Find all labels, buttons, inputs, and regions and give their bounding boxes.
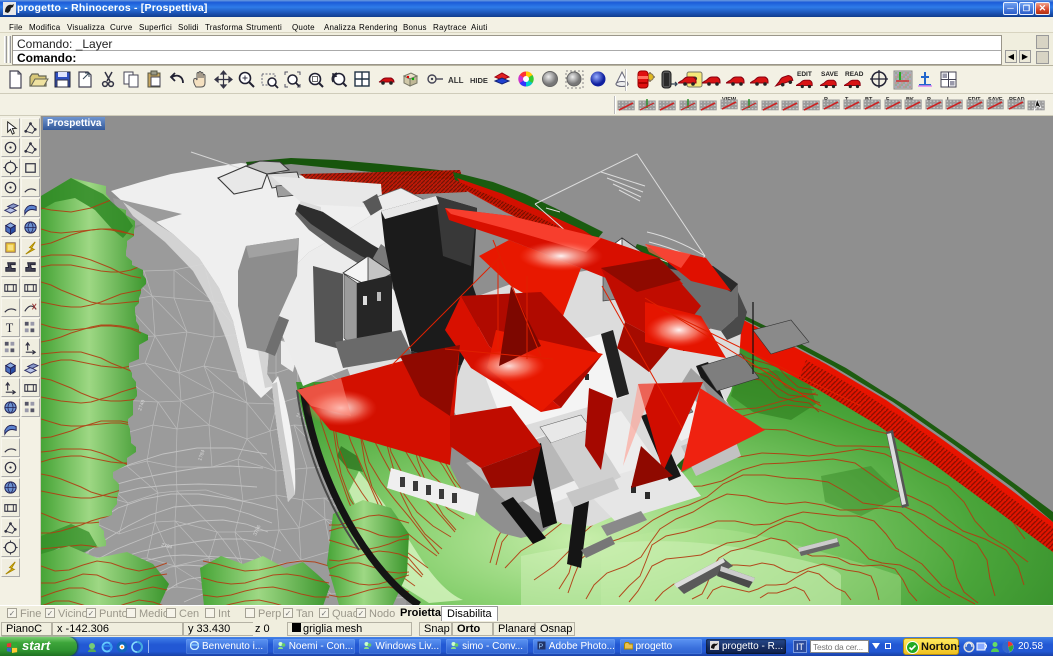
svg-text:READ: READ xyxy=(845,71,864,78)
svg-text:HIDE: HIDE xyxy=(470,76,488,85)
svg-text:T: T xyxy=(6,321,14,335)
svg-text:P: P xyxy=(538,644,543,651)
svg-text:SAVE: SAVE xyxy=(821,71,839,78)
svg-text:EDIT: EDIT xyxy=(797,71,812,78)
svg-text:ALL: ALL xyxy=(448,76,464,85)
